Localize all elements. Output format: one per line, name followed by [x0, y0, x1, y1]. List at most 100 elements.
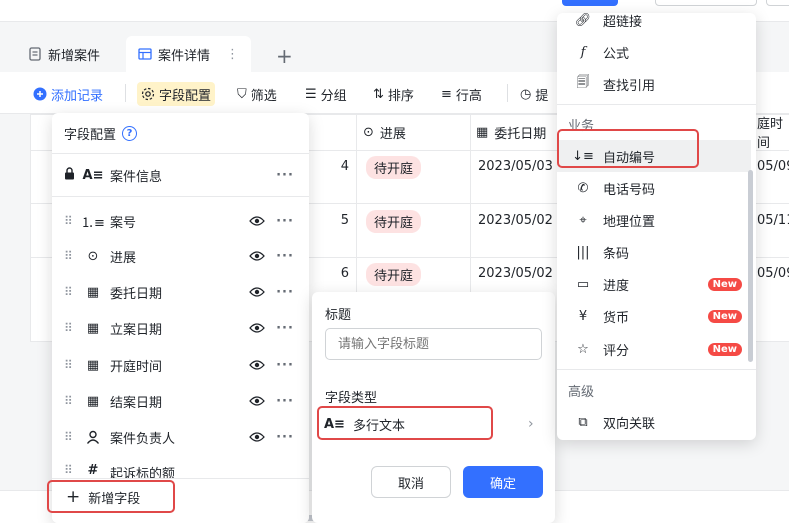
menu-item-lookup[interactable]: 🗐︎ 查找引用	[557, 68, 756, 100]
star-icon: ☆	[577, 341, 589, 357]
eye-icon[interactable]	[247, 395, 267, 407]
field-row[interactable]: ⠿ ⊙ 进展 ···	[52, 238, 309, 274]
drag-handle-icon[interactable]: ⠿	[64, 463, 78, 477]
field-row[interactable]: ⠿ ▦ 结案日期 ···	[52, 383, 309, 419]
more-icon[interactable]: ···	[275, 249, 295, 264]
menu-item-two-way-link[interactable]: ⧉ 双向关联	[557, 406, 756, 438]
field-row[interactable]: ⠿ 案件负责人 ···	[52, 419, 309, 455]
link-icon: 🔗︎	[574, 12, 592, 28]
row-height-icon: ≡	[441, 86, 452, 102]
hearing-date-cell[interactable]: 05/09	[757, 159, 789, 174]
menu-item-currency[interactable]: ¥ 货币 New	[557, 300, 756, 332]
menu-divider	[557, 104, 756, 105]
column-header-label: 进展	[379, 126, 406, 142]
hearing-date-cell[interactable]: 05/09	[757, 266, 789, 281]
more-top-button[interactable]	[766, 0, 789, 6]
calendar-icon: ▦	[86, 320, 100, 336]
menu-section-advanced: 高级	[568, 385, 595, 400]
add-field-button[interactable]: + 新增字段	[66, 487, 140, 507]
field-label: 结案日期	[110, 395, 163, 411]
field-title-input[interactable]	[325, 328, 542, 360]
column-header-hearing-time[interactable]: 庭时间	[757, 114, 789, 151]
column-header-entrust-date[interactable]: ▦ 委托日期	[476, 114, 546, 150]
more-icon[interactable]: ···	[275, 285, 295, 300]
tab-case-details[interactable]: 案件详情 ⋮	[126, 36, 252, 72]
row-height-label: 行高	[455, 88, 482, 104]
drag-handle-icon[interactable]: ⠿	[64, 430, 78, 444]
field-row[interactable]: ⠿ ▦ 委托日期 ···	[52, 274, 309, 310]
menu-item-location[interactable]: ⌖ 地理位置	[557, 204, 756, 236]
entrust-date-cell[interactable]: 2023/05/02	[478, 213, 553, 228]
eye-icon[interactable]	[247, 359, 267, 371]
field-row[interactable]: ⠿ ⒈≡ 案号 ···	[52, 203, 309, 239]
group-button[interactable]: ☰ 分组	[305, 84, 347, 104]
field-config-label: 字段配置	[159, 88, 212, 104]
chevron-right-icon[interactable]: ›	[528, 416, 534, 432]
menu-item-label: 地理位置	[603, 214, 656, 230]
eye-icon[interactable]	[247, 286, 267, 298]
menu-item-auto-number[interactable]: ↓≡ 自动编号	[557, 140, 756, 172]
progress-icon: ▭	[576, 276, 590, 292]
menu-item-hyperlink[interactable]: 🔗︎ 超链接	[557, 4, 756, 36]
tab-more-icon[interactable]: ⋮	[226, 47, 239, 62]
plus-icon: +	[66, 487, 81, 507]
tab-new-case[interactable]: 新增案件	[28, 36, 100, 72]
more-icon[interactable]: ···	[275, 321, 295, 336]
drag-handle-icon[interactable]: ⠿	[64, 214, 78, 228]
more-icon[interactable]: ···	[275, 168, 295, 183]
more-icon[interactable]: ···	[275, 214, 295, 229]
column-header-progress[interactable]: ⊙ 进展	[363, 114, 406, 150]
field-type-select[interactable]: A≡ 多行文本	[318, 408, 492, 440]
status-circle-icon: ⊙	[87, 248, 99, 264]
drag-handle-icon[interactable]: ⠿	[64, 321, 78, 335]
table-icon	[138, 48, 152, 60]
auto-number-icon: ↓≡	[572, 148, 594, 164]
plus-circle-icon	[33, 87, 47, 101]
drag-handle-icon[interactable]: ⠿	[64, 358, 78, 372]
eye-icon[interactable]	[247, 215, 267, 227]
row-height-button[interactable]: ≡ 行高	[441, 84, 482, 104]
entrust-date-cell[interactable]: 2023/05/02	[478, 266, 553, 281]
filter-button[interactable]: ⛉ 筛选	[237, 84, 277, 104]
entrust-date-cell[interactable]: 2023/05/03	[478, 159, 553, 174]
more-icon[interactable]: ···	[275, 430, 295, 445]
cancel-button[interactable]: 取消	[371, 466, 451, 498]
add-tab-icon[interactable]: +	[276, 44, 293, 68]
field-row[interactable]: ⠿ ▦ 开庭时间 ···	[52, 347, 309, 383]
more-icon[interactable]: ···	[275, 394, 295, 409]
new-badge: New	[707, 309, 742, 323]
field-type-value: 多行文本	[352, 418, 405, 434]
hearing-date-cell[interactable]: 05/11	[757, 213, 789, 228]
drag-handle-icon[interactable]: ⠿	[64, 394, 78, 408]
eye-icon[interactable]	[247, 250, 267, 262]
field-label: 委托日期	[110, 286, 163, 302]
reminder-button[interactable]: ◷ 提	[520, 84, 548, 104]
more-icon[interactable]: ···	[275, 358, 295, 373]
add-record-button[interactable]: 添加记录	[33, 84, 103, 104]
field-row[interactable]: ⠿ ▦ 立案日期 ···	[52, 310, 309, 346]
new-badge: New	[707, 342, 742, 356]
barcode-icon: |||	[576, 244, 590, 260]
eye-icon[interactable]	[247, 322, 267, 334]
menu-item-phone[interactable]: ✆ 电话号码	[557, 172, 756, 204]
field-row[interactable]: ⠿ # 起诉标的额	[52, 455, 309, 478]
status-badge: 待开庭	[366, 210, 422, 233]
drag-handle-icon[interactable]: ⠿	[64, 249, 78, 263]
menu-item-rating[interactable]: ☆ 评分 New	[557, 333, 756, 365]
menu-item-formula[interactable]: f 公式	[557, 36, 756, 68]
sort-button[interactable]: ⇅ 排序	[373, 84, 414, 104]
eye-icon[interactable]	[247, 431, 267, 443]
help-icon[interactable]: ?	[122, 126, 138, 141]
calendar-icon: ▦	[86, 357, 100, 373]
confirm-button[interactable]: 确定	[463, 466, 543, 498]
menu-item-progress[interactable]: ▭ 进度 New	[557, 268, 756, 300]
field-label: 案号	[110, 215, 137, 231]
menu-scrollbar[interactable]	[748, 170, 753, 362]
field-config-button[interactable]: 字段配置	[137, 82, 216, 106]
menu-item-label: 货币	[603, 310, 630, 326]
status-badge: 待开庭	[366, 263, 422, 286]
menu-item-label: 自动编号	[603, 150, 656, 166]
drag-handle-icon[interactable]: ⠿	[64, 285, 78, 299]
row-number: 5	[340, 213, 349, 228]
menu-item-barcode[interactable]: ||| 条码	[557, 236, 756, 268]
